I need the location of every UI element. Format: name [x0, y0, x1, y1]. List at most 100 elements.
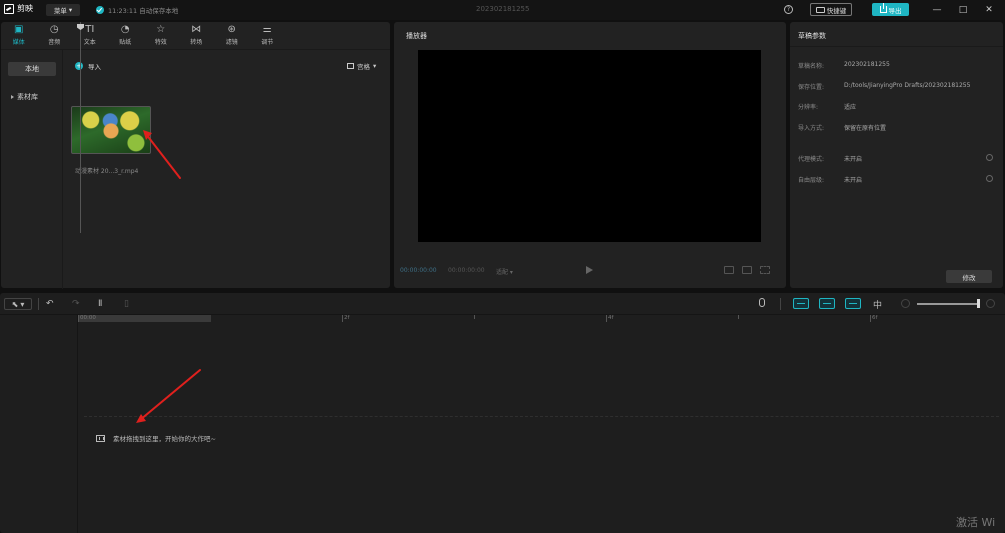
title-bar: 剪映 菜单 ▾ 11:23:11 自动保存本地 202302181255 ? 快…: [0, 0, 1005, 20]
view-mode-label: 宫格: [357, 63, 370, 71]
undo-icon[interactable]: ↶: [46, 298, 54, 310]
drop-zone-hint[interactable]: 素材拖拽到这里，开始你的大作吧~: [96, 433, 216, 443]
ruler-tick: [738, 315, 739, 319]
timeline-ruler[interactable]: 00:00 2f 4f 6f: [78, 315, 1005, 325]
app-name: 剪映: [17, 4, 33, 13]
audio-icon: ◷: [49, 24, 59, 35]
activation-watermark: 激活 Wi: [956, 516, 996, 529]
menu-label: 菜单: [53, 7, 67, 15]
sidebar-item-library[interactable]: 素材库: [8, 90, 56, 104]
zoom-in-icon[interactable]: [986, 299, 995, 308]
timeline-panel: ⬉ ▾ ↶ ↷ Ⅱ ▯ 中 00:00 2f 4f 6f: [0, 293, 1005, 533]
grid-icon: [347, 63, 354, 69]
main-track-guide: [84, 416, 999, 417]
tab-label: 特效: [154, 39, 167, 46]
sticker-icon: ◔: [120, 24, 130, 35]
sidebar-item-local[interactable]: 本地: [8, 62, 56, 76]
view-mode-button[interactable]: 宫格 ▾: [347, 61, 376, 71]
modify-button[interactable]: 修改: [946, 270, 992, 283]
import-label: 导入: [88, 63, 101, 71]
timeline-toolbar: ⬉ ▾ ↶ ↷ Ⅱ ▯ 中: [0, 293, 1005, 315]
export-button[interactable]: 导出: [872, 3, 909, 16]
document-title: 202302181255: [476, 5, 530, 13]
shortcut-button[interactable]: 快捷键: [810, 3, 852, 16]
tab-label: 调节: [261, 39, 274, 46]
ratio-label: 适配: [496, 269, 509, 276]
split-icon[interactable]: Ⅱ: [98, 298, 102, 310]
auto-snap-icon[interactable]: [819, 298, 835, 309]
media-panel: ▣ 媒体 ◷ 音频 TI 文本 ◔ 贴纸 ☆ 特效 ⋈ 转场 ⊛ 滤镜 ⚌ 调节: [1, 22, 390, 289]
playhead[interactable]: [80, 22, 81, 233]
cursor-icon: ⬉: [11, 299, 19, 309]
draft-key: 自由层级:: [798, 177, 825, 184]
sidebar-item-label: 素材库: [17, 93, 38, 101]
track-header-column: [0, 315, 78, 533]
delete-icon[interactable]: ▯: [124, 298, 129, 310]
tab-adjust[interactable]: ⚌ 调节: [250, 22, 286, 49]
draft-key: 保存位置:: [798, 84, 825, 91]
shortcut-label: 快捷键: [826, 6, 847, 15]
draft-panel: 草稿参数 草稿名称: 202302181255 保存位置: D:/tools/J…: [790, 22, 1003, 288]
tab-media[interactable]: ▣ 媒体: [1, 22, 37, 49]
fullscreen-icon[interactable]: [760, 266, 770, 274]
player-screen[interactable]: [418, 50, 761, 242]
zoom-out-icon[interactable]: [901, 299, 910, 308]
draft-key: 草稿名称:: [798, 63, 825, 70]
draft-value: 202302181255: [844, 61, 890, 68]
autosave-status: 11:23:11 自动保存本地: [96, 5, 178, 15]
minimize-button[interactable]: —: [930, 3, 944, 17]
close-button[interactable]: ✕: [982, 3, 996, 17]
play-icon[interactable]: [586, 266, 593, 274]
microphone-icon[interactable]: [759, 298, 765, 307]
aspect-ratio-icon[interactable]: [742, 266, 752, 274]
media-thumbnail[interactable]: [71, 106, 151, 154]
draft-key: 导入方式:: [798, 125, 825, 132]
divider: [780, 298, 781, 310]
draft-value: 适应: [844, 104, 857, 111]
tab-audio[interactable]: ◷ 音频: [37, 22, 73, 49]
capcut-logo-icon: [4, 3, 14, 14]
transition-icon: ⋈: [191, 24, 202, 35]
redo-icon[interactable]: ↷: [72, 298, 80, 310]
zoom-slider[interactable]: [917, 303, 979, 305]
player-panel: 播放器 00:00:00:00 00:00:00:00 适配 ▾: [394, 22, 786, 288]
menu-button[interactable]: 菜单 ▾: [46, 4, 80, 16]
draft-value: 未开启: [844, 156, 863, 163]
export-label: 导出: [888, 6, 902, 15]
info-icon[interactable]: [986, 175, 993, 182]
ruler-highlight: [78, 315, 211, 322]
main-track-magnet-icon[interactable]: [793, 298, 809, 309]
media-sidebar: 本地 素材库: [1, 50, 63, 289]
zoom-slider-handle[interactable]: [977, 299, 980, 308]
tab-label: 贴纸: [119, 39, 132, 46]
preview-axis-icon[interactable]: 中: [873, 298, 882, 311]
link-icon[interactable]: [845, 298, 861, 309]
select-tool[interactable]: ⬉ ▾: [4, 298, 32, 310]
help-icon[interactable]: ?: [784, 5, 793, 14]
info-icon[interactable]: [986, 154, 993, 161]
drop-hint-text: 素材拖拽到这里，开始你的大作吧~: [113, 435, 216, 443]
filter-icon: ⊛: [227, 24, 236, 35]
tab-sticker[interactable]: ◔ 贴纸: [108, 22, 144, 49]
current-time: 00:00:00:00: [400, 267, 437, 274]
import-button[interactable]: + 导入: [75, 61, 101, 71]
tab-transition[interactable]: ⋈ 转场: [179, 22, 215, 49]
tab-label: 转场: [190, 39, 203, 46]
effects-icon: ☆: [156, 24, 166, 35]
total-time: 00:00:00:00: [448, 267, 485, 274]
tab-filter[interactable]: ⊛ 滤镜: [214, 22, 250, 49]
draft-row-path: 保存位置: D:/tools/JianyingPro Drafts/202302…: [798, 82, 970, 92]
chart-icon[interactable]: [724, 266, 734, 274]
expand-arrow-icon: [11, 95, 14, 99]
text-icon: TI: [85, 24, 95, 35]
tab-label: 滤镜: [225, 39, 238, 46]
ratio-button[interactable]: 适配 ▾: [496, 267, 513, 276]
media-tabs: ▣ 媒体 ◷ 音频 TI 文本 ◔ 贴纸 ☆ 特效 ⋈ 转场 ⊛ 滤镜 ⚌ 调节: [1, 22, 390, 49]
draft-value: 保留在原有位置: [844, 125, 887, 132]
draft-value: 未开启: [844, 177, 863, 184]
tab-effects[interactable]: ☆ 特效: [143, 22, 179, 49]
maximize-button[interactable]: □: [956, 3, 970, 17]
ruler-label: 6f: [872, 315, 878, 321]
tab-label: 音频: [48, 39, 61, 46]
ruler-label: 4f: [608, 315, 614, 321]
